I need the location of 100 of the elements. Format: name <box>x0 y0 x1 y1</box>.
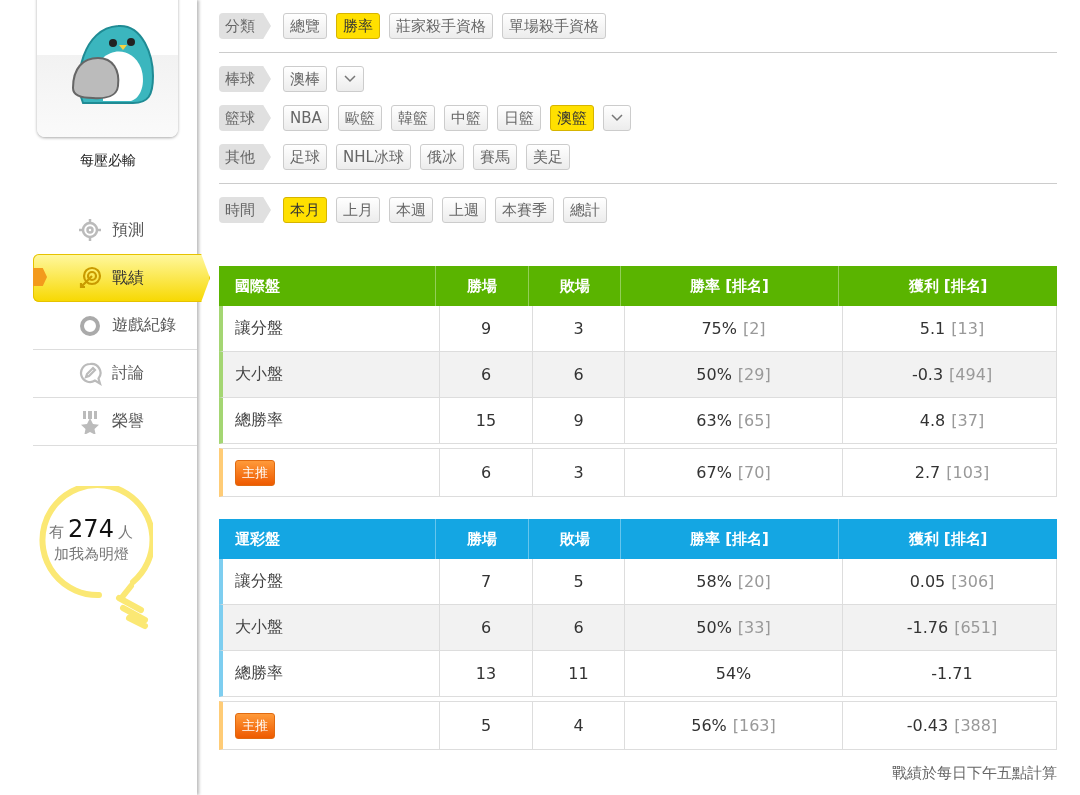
rank-text: [494] <box>949 365 993 384</box>
column-header: 運彩盤 <box>234 528 281 550</box>
filter-label: 時間 <box>219 197 271 223</box>
filter-label: 分類 <box>219 13 271 39</box>
fans-prefix: 有 <box>49 523 65 541</box>
sidebar-menu-item[interactable]: 榮譽 <box>33 398 197 446</box>
filter-option[interactable]: 本賽季 <box>495 197 554 223</box>
sidebar-menu-item[interactable]: 戰績 <box>33 254 210 302</box>
rank-text: [37] <box>951 411 985 430</box>
table-cell: 63% <box>696 411 732 430</box>
rank-text: [306] <box>951 572 995 591</box>
table-cell: 58% <box>696 572 732 591</box>
filter-label: 棒球 <box>219 66 271 92</box>
filter-option[interactable]: 勝率 <box>336 13 380 39</box>
rank-text: [388] <box>954 716 998 735</box>
speech-bubble-icon <box>78 361 102 386</box>
table-cell: 50% <box>696 365 732 384</box>
table-cell: 7 <box>480 572 492 591</box>
sidebar-menu-item[interactable]: 預測 <box>33 206 197 254</box>
filter-option[interactable]: 本月 <box>283 197 327 223</box>
row-label: 讓分盤 <box>235 318 283 339</box>
fans-suffix: 人 <box>117 523 133 541</box>
table-cell: 75% <box>701 319 737 338</box>
fans-count: 274 <box>68 515 114 543</box>
fans-caption: 加我為明燈 <box>52 545 130 565</box>
rank-text: [2] <box>742 319 766 338</box>
table-cell: 4.8 <box>919 411 946 430</box>
table-cell: 5 <box>480 716 492 735</box>
ring-icon <box>78 313 102 338</box>
table-cell: 15 <box>475 411 497 430</box>
filter-option[interactable]: 本週 <box>389 197 433 223</box>
row-label: 讓分盤 <box>235 571 283 592</box>
featured-badge: 主推 <box>235 459 275 486</box>
rank-text: [103] <box>946 463 990 482</box>
table-cell: 50% <box>696 618 732 637</box>
table-cell: 9 <box>480 319 492 338</box>
table-cell: 4 <box>573 716 584 735</box>
filter-option[interactable]: 總覽 <box>283 13 327 39</box>
filter-option[interactable]: 單場殺手資格 <box>502 13 606 39</box>
rank-text: [29] <box>737 365 771 384</box>
filter-option[interactable]: 總計 <box>563 197 607 223</box>
table-cell: 6 <box>480 365 492 384</box>
table-cell: 56% <box>691 716 727 735</box>
table-cell: 9 <box>573 411 584 430</box>
filter-option[interactable]: 俄冰 <box>419 144 464 170</box>
rank-text: [20] <box>737 572 771 591</box>
filter-option[interactable]: 歐籃 <box>337 105 382 131</box>
rank-text: [70] <box>737 463 771 482</box>
table-cell: 13 <box>475 664 497 683</box>
filter-option[interactable]: 韓籃 <box>390 105 435 131</box>
footnote: 戰績於每日下午五點計算 <box>891 764 1057 783</box>
table-cell: 3 <box>573 319 584 338</box>
filter-option[interactable]: 足球 <box>283 144 327 170</box>
filter-option[interactable]: 澳籃 <box>549 105 594 131</box>
table-cell: 54% <box>715 664 752 683</box>
sidebar-menu-item[interactable]: 討論 <box>33 350 197 398</box>
filter-option[interactable]: 澳棒 <box>283 66 327 92</box>
filter-option[interactable]: 美足 <box>525 144 570 170</box>
featured-badge: 主推 <box>235 712 275 739</box>
filter-option[interactable]: NBA <box>283 105 329 131</box>
rank-text: [163] <box>732 716 776 735</box>
table-cell: 3 <box>573 463 584 482</box>
table-cell: 0.05 <box>909 572 946 591</box>
filter-option[interactable]: 賽馬 <box>472 144 517 170</box>
table-cell: 67% <box>696 463 732 482</box>
rank-text: [651] <box>954 618 998 637</box>
rank-text: [65] <box>737 411 771 430</box>
filter-option[interactable]: 日籃 <box>496 105 541 131</box>
rank-text: [13] <box>951 319 985 338</box>
table-cell: 6 <box>480 618 492 637</box>
table-cell: 6 <box>480 463 492 482</box>
target-icon <box>78 266 102 290</box>
row-label: 總勝率 <box>235 410 283 431</box>
filter-option[interactable]: NHL冰球 <box>336 144 411 170</box>
sidebar-menu-item[interactable]: 遊戲紀錄 <box>33 302 197 350</box>
rank-text: [33] <box>737 618 771 637</box>
dropdown-button[interactable] <box>336 66 364 92</box>
filter-option[interactable]: 中籃 <box>443 105 488 131</box>
dropdown-button[interactable] <box>602 105 631 131</box>
filter-option[interactable]: 莊家殺手資格 <box>389 13 493 39</box>
table-cell: 6 <box>573 618 584 637</box>
column-header: 國際盤 <box>234 275 281 297</box>
table-cell: -1.76 <box>906 618 949 637</box>
table-cell: -1.71 <box>931 664 973 683</box>
chevron-down-icon <box>610 114 623 122</box>
row-label: 大小盤 <box>235 617 283 638</box>
username: 每壓必輸 <box>78 152 137 170</box>
row-label: 總勝率 <box>235 663 283 684</box>
table-cell: 6 <box>573 365 584 384</box>
filter-option[interactable]: 上週 <box>442 197 486 223</box>
chevron-down-icon <box>344 75 356 83</box>
table-cell: 11 <box>568 664 589 683</box>
table-cell: -0.43 <box>906 716 949 735</box>
filter-label: 其他 <box>219 144 271 170</box>
table-cell: -0.3 <box>911 365 944 384</box>
filter-option[interactable]: 上月 <box>336 197 380 223</box>
row-label: 大小盤 <box>235 364 283 385</box>
table-cell: 5.1 <box>919 319 946 338</box>
crosshair-icon <box>78 218 102 242</box>
table-cell: 5 <box>573 572 584 591</box>
